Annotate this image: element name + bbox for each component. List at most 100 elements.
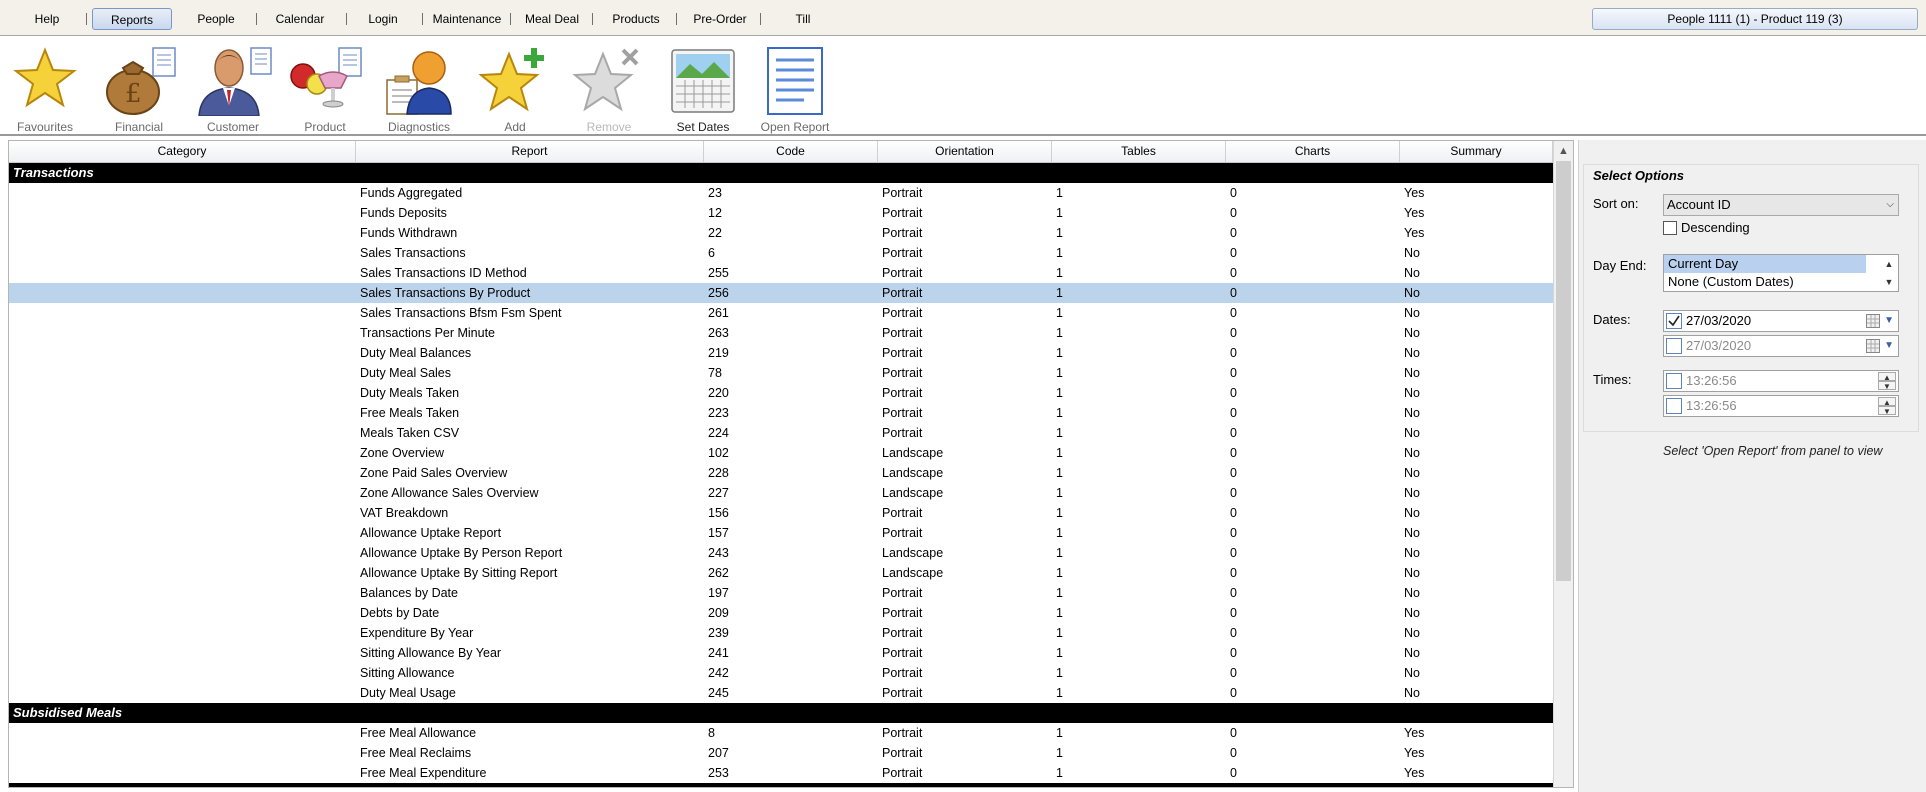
chevron-down-icon[interactable]: ▼ <box>1884 311 1894 331</box>
table-row[interactable]: Sales Transactions ID Method 255 Portrait 1… <box>9 263 1553 283</box>
spin-down-icon[interactable]: ▼ <box>1878 406 1896 416</box>
table-row[interactable]: Duty Meal Balances 219 Portrait 1 0 No <box>9 343 1553 363</box>
column-header-category[interactable]: Category <box>9 141 356 162</box>
table-row[interactable]: Allowance Uptake By Sitting Report 262 Lan… <box>9 563 1553 583</box>
table-row[interactable]: Funds Deposits 12 Portrait 1 0 Yes <box>9 203 1553 223</box>
chevron-down-icon[interactable]: ▼ <box>1880 273 1898 291</box>
tables-cell: 1 <box>1056 546 1063 560</box>
orientation-cell: Portrait <box>882 246 923 260</box>
remove-button[interactable]: Remove <box>566 40 652 134</box>
document-icon <box>767 47 823 115</box>
table-row[interactable]: VAT Breakdown 156 Portrait 1 0 No <box>9 503 1553 523</box>
menu-till[interactable]: Till <box>788 10 818 28</box>
list-scrollbar[interactable]: ▲ ▼ <box>1880 255 1898 291</box>
table-row[interactable]: Sales Transactions 6 Portrait 1 0 No <box>9 243 1553 263</box>
tables-cell: 1 <box>1056 246 1063 260</box>
summary-cell: No <box>1404 546 1420 560</box>
table-row[interactable]: Free Meal Expenditure 253 Portrait 1 0 Yes <box>9 763 1553 783</box>
group-row[interactable]: Transactions <box>9 163 1553 183</box>
add-button[interactable]: Add <box>472 40 558 134</box>
sort-select[interactable]: Account ID ⌵ <box>1663 194 1899 216</box>
table-row[interactable]: Expenditure By Year 239 Portrait 1 0 No <box>9 623 1553 643</box>
scroll-thumb[interactable] <box>1556 161 1571 581</box>
table-row[interactable]: Sitting Allowance 242 Portrait 1 0 No <box>9 663 1553 683</box>
table-row[interactable]: Meals Taken CSV 224 Portrait 1 0 No <box>9 423 1553 443</box>
day-end-option[interactable]: None (Custom Dates) <box>1664 273 1866 291</box>
column-header-report[interactable]: Report <box>356 141 704 162</box>
table-row[interactable]: Duty Meal Sales 78 Portrait 1 0 No <box>9 363 1553 383</box>
summary-cell: Yes <box>1404 766 1425 780</box>
table-row[interactable]: Zone Paid Sales Overview 228 Landscape 1 0 No <box>9 463 1553 483</box>
time-from-spinner[interactable]: ▲ ▼ <box>1878 372 1896 391</box>
time-to-spinner[interactable]: ▲ ▼ <box>1878 397 1896 416</box>
set-dates-button[interactable]: Set Dates <box>660 40 746 134</box>
calendar-icon[interactable] <box>1866 314 1880 328</box>
time-from-picker[interactable]: 13:26:56 ▲ ▼ <box>1663 370 1899 392</box>
diagnostics-button[interactable]: Diagnostics <box>376 40 462 134</box>
table-row[interactable]: Sales Transactions Bfsm Fsm Spent 261 Port… <box>9 303 1553 323</box>
summary-cell: Yes <box>1404 206 1425 220</box>
table-row[interactable]: Free Meals Taken 223 Portrait 1 0 No <box>9 403 1553 423</box>
day-end-option[interactable]: Current Day <box>1664 255 1866 273</box>
descending-checkbox[interactable] <box>1663 221 1677 235</box>
table-row[interactable]: Duty Meal Usage 245 Portrait 1 0 No <box>9 683 1553 703</box>
table-row[interactable]: Allowance Uptake Report 157 Portrait 1 0 No <box>9 523 1553 543</box>
group-row[interactable] <box>9 783 1553 787</box>
date-from-picker[interactable]: 27/03/2020 ▼ <box>1663 310 1899 332</box>
calendar-icon[interactable] <box>1866 339 1880 353</box>
time-to-checkbox[interactable] <box>1666 398 1682 414</box>
table-row[interactable]: Zone Overview 102 Landscape 1 0 No <box>9 443 1553 463</box>
table-row[interactable]: Free Meal Reclaims 207 Portrait 1 0 Yes <box>9 743 1553 763</box>
column-header-charts[interactable]: Charts <box>1226 141 1400 162</box>
table-row[interactable]: Transactions Per Minute 263 Portrait 1 0 No <box>9 323 1553 343</box>
scroll-up-icon[interactable]: ▲ <box>1554 141 1573 161</box>
table-row[interactable]: Funds Withdrawn 22 Portrait 1 0 Yes <box>9 223 1553 243</box>
spin-up-icon[interactable]: ▲ <box>1878 372 1896 382</box>
table-row[interactable]: Duty Meals Taken 220 Portrait 1 0 No <box>9 383 1553 403</box>
table-row[interactable]: Funds Aggregated 23 Portrait 1 0 Yes <box>9 183 1553 203</box>
favourites-button[interactable]: Favourites <box>2 40 88 134</box>
time-to-value: 13:26:56 <box>1686 398 1737 413</box>
table-row[interactable]: Allowance Uptake By Person Report 243 Land… <box>9 543 1553 563</box>
date-to-checkbox[interactable] <box>1666 338 1682 354</box>
date-from-checkbox[interactable] <box>1666 313 1682 329</box>
menu-pre-order[interactable]: Pre-Order <box>690 10 750 28</box>
column-header-orientation[interactable]: Orientation <box>878 141 1052 162</box>
spin-up-icon[interactable]: ▲ <box>1878 397 1896 407</box>
grid-scrollbar[interactable]: ▲ <box>1553 141 1573 787</box>
customer-button[interactable]: Customer <box>190 40 276 134</box>
column-header-code[interactable]: Code <box>704 141 878 162</box>
menu-people[interactable]: People <box>190 10 242 28</box>
menu-maintenance[interactable]: Maintenance <box>398 10 536 28</box>
chevron-down-icon[interactable]: ▼ <box>1884 336 1894 356</box>
menu-reports[interactable]: Reports <box>92 8 172 30</box>
table-row[interactable]: Zone Allowance Sales Overview 227 Landscap… <box>9 483 1553 503</box>
menu-separator <box>592 13 593 25</box>
open-report-button[interactable]: Open Report <box>752 40 838 134</box>
day-end-list[interactable]: Current Day None (Custom Dates) ▲ ▼ <box>1663 254 1899 292</box>
tables-cell: 1 <box>1056 746 1063 760</box>
tables-cell: 1 <box>1056 346 1063 360</box>
chevron-up-icon[interactable]: ▲ <box>1880 255 1898 273</box>
table-row[interactable]: Balances by Date 197 Portrait 1 0 No <box>9 583 1553 603</box>
table-row[interactable]: Sales Transactions By Product 256 Portrait… <box>9 283 1553 303</box>
tables-cell: 1 <box>1056 506 1063 520</box>
time-to-picker[interactable]: 13:26:56 ▲ ▼ <box>1663 395 1899 417</box>
financial-button[interactable]: £ Financial <box>96 40 182 134</box>
table-row[interactable]: Free Meal Allowance 8 Portrait 1 0 Yes <box>9 723 1553 743</box>
column-header-summary[interactable]: Summary <box>1400 141 1553 162</box>
menu-products[interactable]: Products <box>606 10 666 28</box>
table-row[interactable]: Sitting Allowance By Year 241 Portrait 1 0 No <box>9 643 1553 663</box>
group-row[interactable]: Subsidised Meals <box>9 703 1553 723</box>
code-cell: 78 <box>708 366 722 380</box>
menu-meal-deal[interactable]: Meal Deal <box>522 10 582 28</box>
menu-help[interactable]: Help <box>22 10 72 28</box>
column-header-tables[interactable]: Tables <box>1052 141 1226 162</box>
table-row[interactable]: Debts by Date 209 Portrait 1 0 No <box>9 603 1553 623</box>
product-button[interactable]: Product <box>282 40 368 134</box>
spin-down-icon[interactable]: ▼ <box>1878 381 1896 391</box>
time-from-checkbox[interactable] <box>1666 373 1682 389</box>
code-cell: 241 <box>708 646 729 660</box>
menu-calendar[interactable]: Calendar <box>270 10 330 28</box>
date-to-picker[interactable]: 27/03/2020 ▼ <box>1663 335 1899 357</box>
